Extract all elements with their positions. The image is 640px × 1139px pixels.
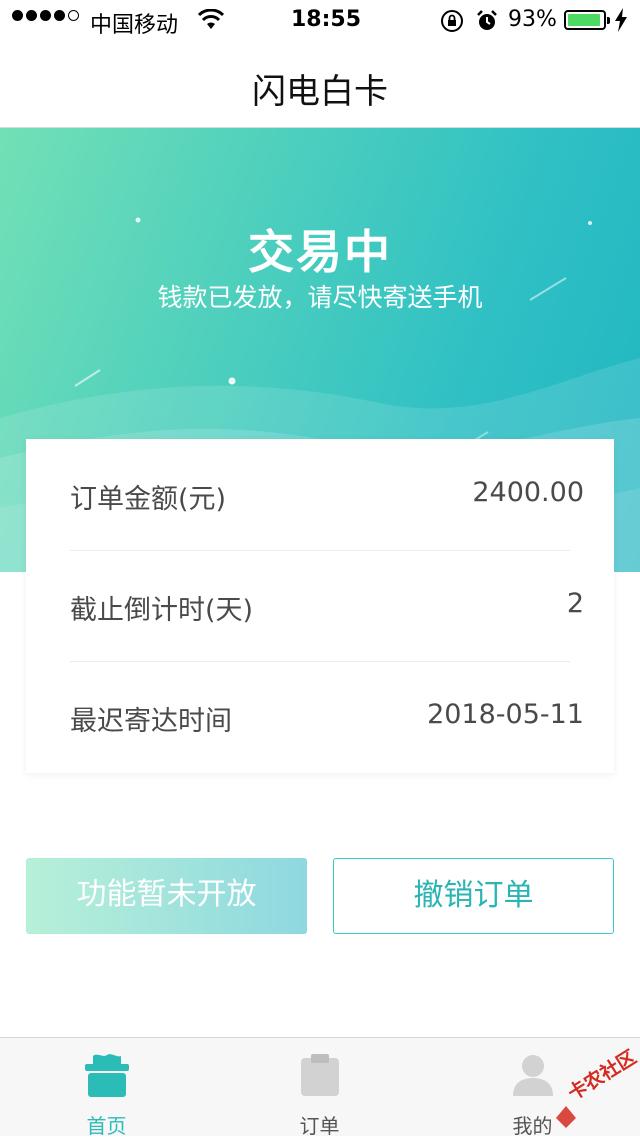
rotation-lock-icon xyxy=(440,9,464,39)
status-time: 18:55 xyxy=(291,7,362,32)
order-amount-row: 订单金额(元) 2400.00 xyxy=(70,439,584,549)
tab-home-label: 首页 xyxy=(86,1114,127,1138)
transaction-status-title: 交易中 xyxy=(248,225,392,279)
wifi-icon xyxy=(197,8,225,37)
countdown-value: 2 xyxy=(566,588,584,619)
page-title: 闪电白卡 xyxy=(252,72,388,112)
cancel-order-button[interactable]: 撤销订单 xyxy=(333,858,614,934)
alarm-icon xyxy=(475,9,499,39)
status-bar: 中国移动 18:55 93% xyxy=(0,0,640,40)
feature-unavailable-button[interactable]: 功能暂未开放 xyxy=(26,858,307,934)
tab-orders-label: 订单 xyxy=(299,1114,340,1138)
tab-home[interactable]: 首页 xyxy=(0,1038,213,1138)
tab-bar: 首页 订单 我的 xyxy=(0,1037,640,1138)
carrier-name: 中国移动 xyxy=(90,13,179,38)
battery-icon xyxy=(564,10,610,30)
signal-strength-icon xyxy=(12,10,79,21)
order-amount-value: 2400.00 xyxy=(472,477,584,508)
order-amount-label: 订单金额(元) xyxy=(70,484,227,515)
deadline-row: 最迟寄达时间 2018-05-11 xyxy=(70,661,584,771)
deadline-value: 2018-05-11 xyxy=(427,699,584,730)
order-info-card: 订单金额(元) 2400.00 截止倒计时(天) 2 最迟寄达时间 2018-0… xyxy=(26,439,614,773)
countdown-row: 截止倒计时(天) 2 xyxy=(70,550,584,660)
charging-icon xyxy=(614,8,628,38)
navigation-bar: 闪电白卡 xyxy=(0,40,640,128)
battery-percent: 93% xyxy=(508,7,557,32)
order-icon xyxy=(298,1052,342,1102)
home-icon xyxy=(83,1052,131,1102)
tab-orders[interactable]: 订单 xyxy=(213,1038,426,1138)
countdown-label: 截止倒计时(天) xyxy=(70,595,254,626)
deadline-label: 最迟寄达时间 xyxy=(70,706,232,737)
transaction-status-subtitle: 钱款已发放，请尽快寄送手机 xyxy=(157,283,483,312)
